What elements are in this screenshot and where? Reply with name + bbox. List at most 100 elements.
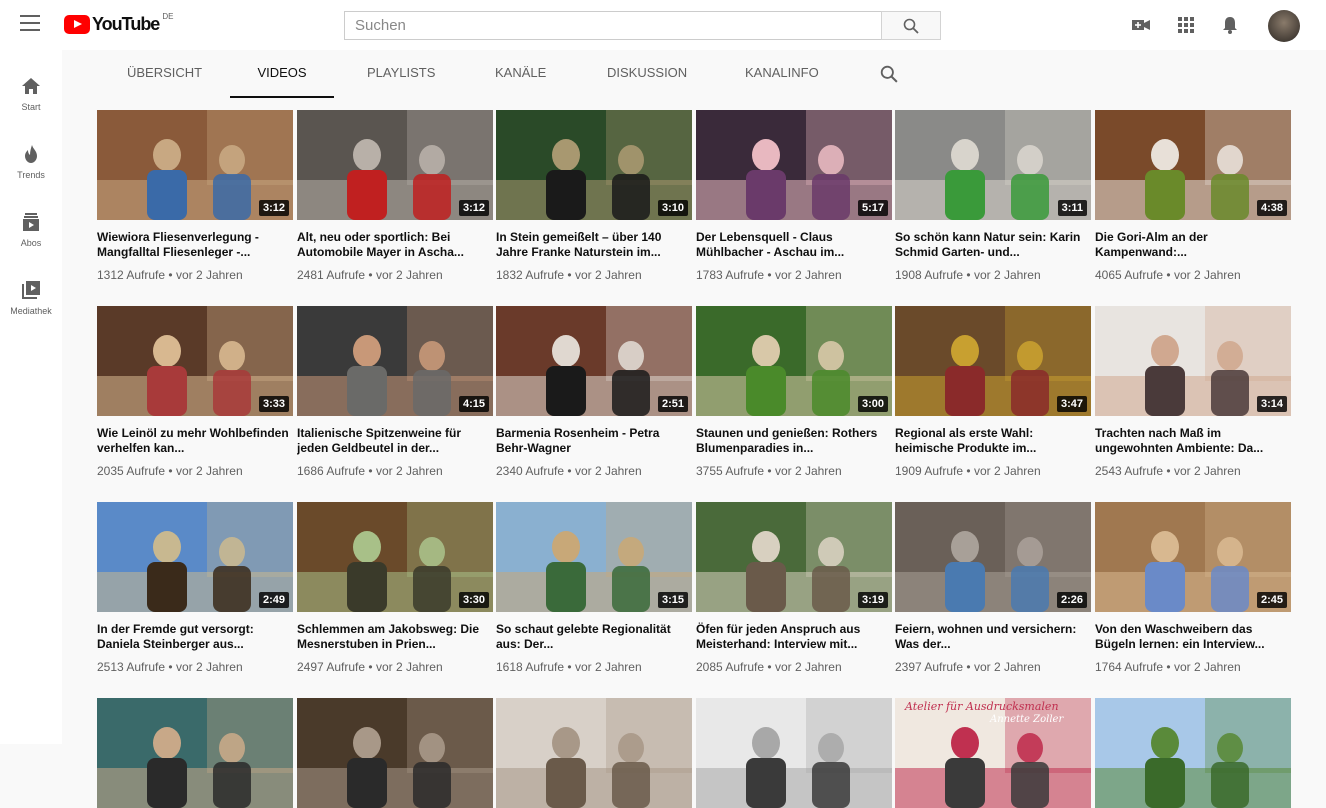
tab-videos[interactable]: VIDEOS [230, 50, 334, 98]
video-title[interactable]: Schlemmen am Jakobsweg: Die Mesnerstuben… [297, 622, 493, 652]
sidebar-item-mediathek[interactable]: Mediathek [0, 268, 62, 328]
notifications-icon[interactable] [1220, 15, 1240, 35]
video-card[interactable]: 3:12 Wiewiora Fliesenverlegung - Mangfall… [97, 110, 293, 282]
video-card[interactable]: 2:49 In der Fremde gut versorgt: Daniela … [97, 502, 293, 674]
video-thumbnail[interactable]: 3:30 [297, 502, 493, 612]
logo-country-code: DE [162, 12, 174, 21]
video-thumbnail[interactable]: 3:00 [696, 306, 892, 416]
video-thumbnail[interactable]: 2:26 [895, 502, 1091, 612]
sidebar-item-abos[interactable]: Abos [0, 200, 62, 260]
video-card[interactable]: 4:38 Die Gori-Alm an der Kampenwand:... 40… [1095, 110, 1291, 282]
sidebar-item-trends[interactable]: Trends [0, 132, 62, 192]
video-card[interactable] [696, 698, 892, 808]
video-thumbnail[interactable] [696, 698, 892, 808]
video-thumbnail[interactable]: 2:51 [496, 306, 692, 416]
trending-icon [25, 145, 37, 163]
video-title[interactable]: Von den Waschweibern das Bügeln lernen: … [1095, 622, 1291, 652]
upload-age: vor 2 Jahren [1173, 268, 1241, 282]
video-title[interactable]: Barmenia Rosenheim - Petra Behr-Wagner [496, 426, 692, 456]
create-video-icon[interactable] [1131, 15, 1151, 35]
video-title[interactable]: Trachten nach Maß im ungewohnten Ambient… [1095, 426, 1291, 456]
video-thumbnail[interactable]: 3:12 [97, 110, 293, 220]
video-card[interactable]: 3:15 So schaut gelebte Regionalität aus: … [496, 502, 692, 674]
video-card[interactable]: Atelier für Ausdrucksmalen Annette Zoller [895, 698, 1091, 808]
video-title[interactable]: Regional als erste Wahl: heimische Produ… [895, 426, 1091, 456]
apps-icon[interactable] [1176, 15, 1196, 35]
video-metadata: 2340 Aufrufe • vor 2 Jahren [496, 464, 692, 478]
video-title[interactable]: Der Lebensquell - Claus Mühlbacher - Asc… [696, 230, 892, 260]
video-card[interactable]: 2:51 Barmenia Rosenheim - Petra Behr-Wagn… [496, 306, 692, 478]
video-duration: 4:15 [458, 396, 489, 412]
view-count: 1832 Aufrufe [496, 268, 565, 282]
youtube-logo[interactable]: YouTube DE [64, 12, 174, 35]
search-input[interactable]: Suchen [344, 11, 881, 40]
video-title[interactable]: In Stein gemeißelt – über 140 Jahre Fran… [496, 230, 692, 260]
video-thumbnail[interactable]: 3:12 [297, 110, 493, 220]
video-thumbnail[interactable] [496, 698, 692, 808]
video-metadata: 1686 Aufrufe • vor 2 Jahren [297, 464, 493, 478]
video-title[interactable]: Die Gori-Alm an der Kampenwand:... [1095, 230, 1291, 260]
tab-uebersicht[interactable]: ÜBERSICHT [127, 50, 202, 98]
video-metadata: 3755 Aufrufe • vor 2 Jahren [696, 464, 892, 478]
video-thumbnail[interactable]: 3:15 [496, 502, 692, 612]
video-thumbnail[interactable]: 3:11 [895, 110, 1091, 220]
video-title[interactable]: So schaut gelebte Regionalität aus: Der.… [496, 622, 692, 652]
search-button[interactable] [881, 11, 941, 40]
meta-separator: • [1163, 268, 1174, 282]
video-card[interactable]: 3:33 Wie Leinöl zu mehr Wohlbefinden verh… [97, 306, 293, 478]
video-thumbnail[interactable]: 5:17 [696, 110, 892, 220]
video-title[interactable]: Öfen für jeden Anspruch aus Meisterhand:… [696, 622, 892, 652]
tab-kanaele[interactable]: KANÄLE [495, 50, 546, 98]
video-title[interactable]: Feiern, wohnen und versichern: Was der..… [895, 622, 1091, 652]
video-title[interactable]: So schön kann Natur sein: Karin Schmid G… [895, 230, 1091, 260]
tab-diskussion[interactable]: DISKUSSION [607, 50, 687, 98]
video-thumbnail[interactable]: 3:10 [496, 110, 692, 220]
video-thumbnail[interactable]: 3:19 [696, 502, 892, 612]
video-title[interactable]: Wiewiora Fliesenverlegung - Mangfalltal … [97, 230, 293, 260]
tab-kanalinfo[interactable]: KANALINFO [745, 50, 819, 98]
video-duration: 3:10 [657, 200, 688, 216]
video-card[interactable]: 3:10 In Stein gemeißelt – über 140 Jahre … [496, 110, 692, 282]
video-thumbnail[interactable]: 3:47 [895, 306, 1091, 416]
video-card[interactable] [496, 698, 692, 808]
video-card[interactable]: 3:19 Öfen für jeden Anspruch aus Meisterh… [696, 502, 892, 674]
video-thumbnail[interactable] [97, 698, 293, 808]
video-thumbnail[interactable] [297, 698, 493, 808]
video-card[interactable]: 3:00 Staunen und genießen: Rothers Blumen… [696, 306, 892, 478]
video-card[interactable]: 3:47 Regional als erste Wahl: heimische P… [895, 306, 1091, 478]
video-title[interactable]: Italienische Spitzenweine für jeden Geld… [297, 426, 493, 456]
video-card[interactable] [1095, 698, 1291, 808]
video-thumbnail[interactable] [1095, 698, 1291, 808]
video-thumbnail[interactable]: 3:33 [97, 306, 293, 416]
video-thumbnail[interactable]: 2:45 [1095, 502, 1291, 612]
video-card[interactable]: 3:30 Schlemmen am Jakobsweg: Die Mesnerst… [297, 502, 493, 674]
video-title[interactable]: In der Fremde gut versorgt: Daniela Stei… [97, 622, 293, 652]
upload-age: vor 2 Jahren [973, 660, 1041, 674]
video-card[interactable] [297, 698, 493, 808]
video-thumbnail[interactable]: Atelier für Ausdrucksmalen Annette Zoller [895, 698, 1091, 808]
video-card[interactable]: 3:12 Alt, neu oder sportlich: Bei Automob… [297, 110, 493, 282]
video-title[interactable]: Alt, neu oder sportlich: Bei Automobile … [297, 230, 493, 260]
video-card[interactable]: 2:45 Von den Waschweibern das Bügeln lern… [1095, 502, 1291, 674]
video-card[interactable]: 4:15 Italienische Spitzenweine für jeden … [297, 306, 493, 478]
video-title[interactable]: Wie Leinöl zu mehr Wohlbefinden verhelfe… [97, 426, 293, 456]
menu-icon[interactable] [20, 15, 40, 33]
account-avatar[interactable] [1268, 10, 1300, 42]
view-count: 1312 Aufrufe [97, 268, 166, 282]
video-card[interactable]: 5:17 Der Lebensquell - Claus Mühlbacher -… [696, 110, 892, 282]
video-thumbnail[interactable]: 4:15 [297, 306, 493, 416]
video-card[interactable]: 3:14 Trachten nach Maß im ungewohnten Amb… [1095, 306, 1291, 478]
tab-playlists[interactable]: PLAYLISTS [367, 50, 435, 98]
upload-age: vor 2 Jahren [1173, 464, 1241, 478]
video-card[interactable]: 3:11 So schön kann Natur sein: Karin Schm… [895, 110, 1091, 282]
video-thumbnail[interactable]: 3:14 [1095, 306, 1291, 416]
upload-age: vor 2 Jahren [973, 464, 1041, 478]
video-card[interactable] [97, 698, 293, 808]
video-card[interactable]: 2:26 Feiern, wohnen und versichern: Was d… [895, 502, 1091, 674]
video-thumbnail[interactable]: 2:49 [97, 502, 293, 612]
channel-search-icon[interactable] [880, 65, 898, 83]
video-metadata: 2497 Aufrufe • vor 2 Jahren [297, 660, 493, 674]
sidebar-item-start[interactable]: Start [0, 64, 62, 124]
video-thumbnail[interactable]: 4:38 [1095, 110, 1291, 220]
video-title[interactable]: Staunen und genießen: Rothers Blumenpara… [696, 426, 892, 456]
